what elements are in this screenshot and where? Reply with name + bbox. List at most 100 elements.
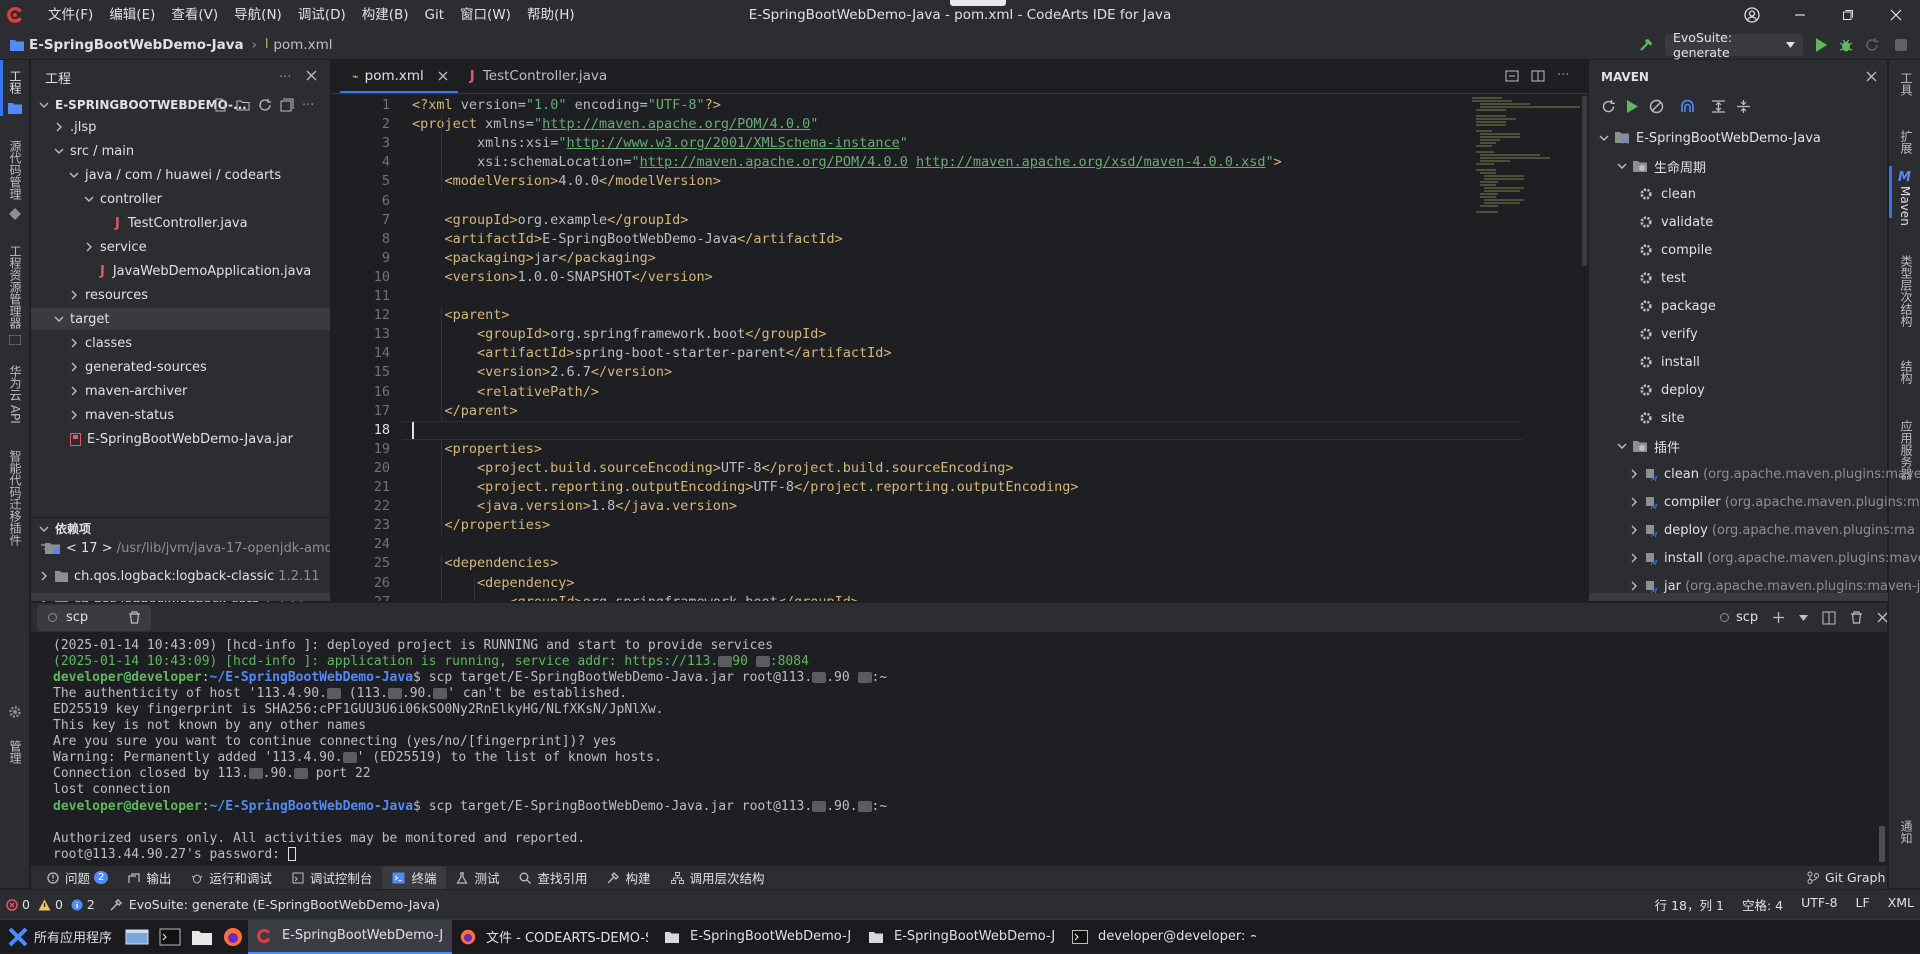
menu-8[interactable]: 帮助(H) bbox=[519, 0, 583, 30]
tree-item[interactable]: resources bbox=[31, 284, 330, 306]
tree-item[interactable]: target bbox=[31, 308, 330, 330]
close-icon[interactable] bbox=[1866, 71, 1877, 82]
lifecycle-goal[interactable]: compile bbox=[1639, 238, 1712, 262]
activity-manage[interactable]: 管理 bbox=[7, 740, 24, 764]
tree-item[interactable]: .jlsp bbox=[31, 116, 330, 138]
add-terminal-icon[interactable] bbox=[1772, 611, 1785, 624]
chevron-right-icon[interactable] bbox=[39, 571, 49, 581]
chevron-right-icon[interactable] bbox=[1629, 525, 1639, 535]
collapse-all-icon[interactable] bbox=[1736, 99, 1751, 114]
debug-icon[interactable] bbox=[1838, 37, 1854, 53]
tree-item[interactable]: J JavaWebDemoApplication.java bbox=[31, 260, 330, 282]
deps-header[interactable]: 依赖项 bbox=[31, 517, 330, 539]
taskbar-window[interactable]: 文件 - CODEARTS-DEMO-S··· bbox=[452, 920, 656, 954]
refresh-icon[interactable] bbox=[258, 98, 272, 112]
plugins-row[interactable]: 插件 bbox=[1617, 434, 1680, 458]
menu-5[interactable]: 构建(B) bbox=[354, 0, 417, 30]
chevron-down-icon[interactable] bbox=[54, 146, 64, 156]
activity-maven[interactable]: Maven bbox=[1898, 186, 1912, 226]
lifecycle-goal[interactable]: deploy bbox=[1639, 378, 1705, 402]
show-desktop-icon[interactable] bbox=[120, 920, 154, 954]
breadcrumb-file[interactable]: pom.xml bbox=[273, 37, 332, 53]
terminal-scrollbar[interactable] bbox=[1879, 826, 1885, 862]
terminal-tab[interactable]: scp bbox=[37, 604, 152, 631]
line-ending[interactable]: LF bbox=[1856, 895, 1870, 914]
breadcrumb-project[interactable]: E-SpringBootWebDemo-Java bbox=[29, 37, 244, 53]
minimap[interactable] bbox=[1472, 96, 1582, 216]
restore-button[interactable] bbox=[1824, 0, 1872, 30]
expand-all-icon[interactable] bbox=[1711, 99, 1726, 114]
tree-item[interactable]: classes bbox=[31, 332, 330, 354]
lifecycle-goal[interactable]: validate bbox=[1639, 210, 1713, 234]
chevron-down-icon[interactable] bbox=[1617, 161, 1627, 171]
tree-item[interactable]: java / com / huawei / codearts bbox=[31, 164, 330, 186]
tool-tab-test[interactable]: 测试 bbox=[446, 866, 509, 890]
close-icon[interactable] bbox=[306, 70, 317, 81]
activity-migration[interactable]: 智能代码迁移插件 bbox=[7, 450, 24, 546]
activity-project[interactable]: 工程 bbox=[7, 70, 24, 94]
tool-tab-build[interactable]: 构建 bbox=[597, 866, 660, 890]
horizontal-scrollbar[interactable] bbox=[31, 593, 330, 601]
activity-extensions[interactable]: 扩展 bbox=[1898, 130, 1915, 154]
close-panel-icon[interactable] bbox=[1877, 612, 1888, 623]
taskbar-window[interactable]: E-SpringBootWebDemo-J··· bbox=[860, 920, 1064, 954]
activity-type-hierarchy[interactable]: 类型层次结构 bbox=[1898, 255, 1915, 327]
offline-icon[interactable] bbox=[1680, 99, 1695, 114]
chevron-right-icon[interactable] bbox=[1629, 553, 1639, 563]
close-icon[interactable] bbox=[438, 71, 448, 81]
activity-source-control[interactable]: 源代码管理 bbox=[7, 140, 24, 200]
reload-icon[interactable] bbox=[1601, 99, 1616, 114]
tool-tab-console[interactable]: 调试控制台 bbox=[282, 866, 383, 890]
taskbar-window[interactable]: E-SpringBootWebDemo-J··· bbox=[248, 919, 453, 954]
file-manager-icon[interactable] bbox=[186, 920, 218, 954]
drag-handle[interactable] bbox=[950, 0, 1006, 6]
taskbar-window[interactable]: E-SpringBootWebDemo-J··· bbox=[656, 920, 860, 954]
menu-7[interactable]: 窗口(W) bbox=[452, 0, 519, 30]
gear-icon[interactable] bbox=[8, 705, 22, 719]
tree-item[interactable]: E-SpringBootWebDemo-Java.jar bbox=[31, 428, 330, 450]
tree-item[interactable]: controller bbox=[31, 188, 330, 210]
more-icon[interactable]: ··· bbox=[279, 70, 291, 85]
chevron-right-icon[interactable] bbox=[1629, 581, 1639, 591]
new-folder-icon[interactable] bbox=[236, 98, 250, 112]
lifecycle-row[interactable]: 生命周期 bbox=[1617, 154, 1706, 178]
tree-item[interactable]: service bbox=[31, 236, 330, 258]
firefox-icon[interactable] bbox=[218, 920, 248, 954]
lifecycle-goal[interactable]: package bbox=[1639, 294, 1716, 318]
start-menu-button[interactable]: 所有应用程序 bbox=[0, 920, 120, 954]
split-terminal-icon[interactable] bbox=[1822, 611, 1836, 625]
chevron-right-icon[interactable] bbox=[1629, 469, 1639, 479]
lifecycle-goal[interactable]: install bbox=[1639, 350, 1700, 374]
menu-3[interactable]: 导航(N) bbox=[226, 0, 290, 30]
tool-tab-terminal[interactable]: 终端 bbox=[382, 865, 447, 890]
chevron-right-icon[interactable] bbox=[69, 338, 79, 348]
plugin-row[interactable]: Mclean (org.apache.maven.plugins:mave bbox=[1629, 462, 1920, 486]
activity-tools[interactable]: 工具 bbox=[1898, 72, 1915, 96]
lifecycle-goal[interactable]: clean bbox=[1639, 182, 1696, 206]
reload-icon[interactable] bbox=[1864, 37, 1880, 53]
tool-tab-output[interactable]: 输出 bbox=[118, 866, 181, 890]
cancel-icon[interactable] bbox=[1649, 99, 1664, 114]
account-icon[interactable] bbox=[1728, 0, 1776, 30]
lifecycle-goal[interactable]: test bbox=[1639, 266, 1686, 290]
minimize-button[interactable] bbox=[1776, 0, 1824, 30]
close-button[interactable] bbox=[1872, 0, 1920, 30]
trash-icon[interactable] bbox=[128, 611, 141, 624]
lifecycle-goal[interactable]: verify bbox=[1639, 322, 1698, 346]
tool-tab-hierarchy[interactable]: 调用层次结构 bbox=[661, 866, 775, 890]
code-view[interactable]: 1 2 3 4 5 6 7 8 9 10 11 12 13 14 15 16 17 18 19 20 21 22 23 24 2… bbox=[332, 94, 1587, 601]
stop-icon[interactable] bbox=[1894, 38, 1908, 52]
taskbar-window[interactable]: developer@developer: ~ bbox=[1064, 920, 1264, 954]
tool-tab-search[interactable]: 查找引用 bbox=[509, 866, 597, 890]
more-icon[interactable]: ··· bbox=[302, 98, 314, 113]
chevron-down-icon[interactable] bbox=[69, 170, 79, 180]
tool-tab-debug[interactable]: 运行和调试 bbox=[181, 866, 282, 890]
lifecycle-goal[interactable]: site bbox=[1639, 406, 1684, 430]
tool-tab-problem[interactable]: 问题 2 bbox=[37, 866, 118, 890]
plugin-row[interactable]: Minstall (org.apache.maven.plugins:mave bbox=[1629, 546, 1920, 570]
activity-notifications[interactable]: 通知 bbox=[1898, 820, 1915, 844]
task-status[interactable]: EvoSuite: generate (E-SpringBootWebDemo-… bbox=[109, 897, 440, 912]
menu-0[interactable]: 文件(F) bbox=[40, 0, 101, 30]
chevron-right-icon[interactable] bbox=[84, 242, 94, 252]
activity-explorer[interactable]: 工程资源管理器 bbox=[7, 245, 24, 329]
